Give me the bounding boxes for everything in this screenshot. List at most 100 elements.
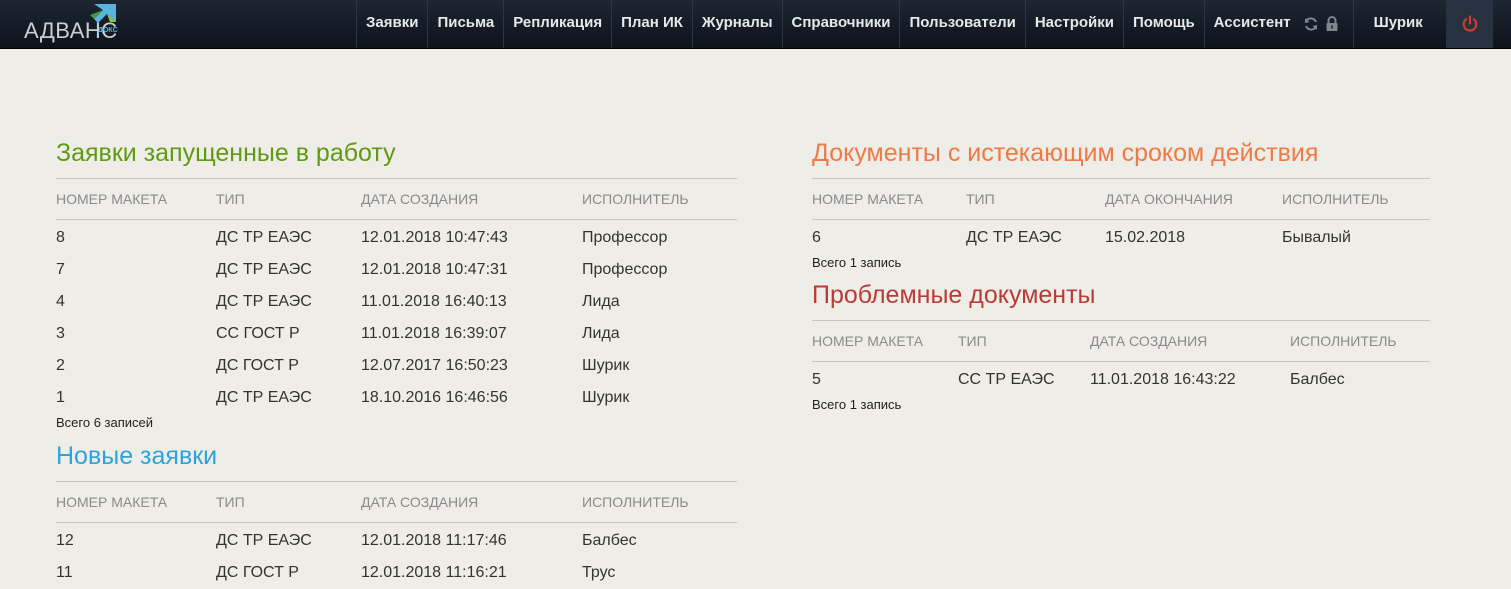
- cell-number: 11: [56, 564, 73, 581]
- lock-icon[interactable]: [1325, 16, 1339, 32]
- cell-date: 12.07.2017 16:50:23: [361, 357, 508, 374]
- col-header-created[interactable]: Дата создания: [361, 481, 582, 523]
- col-header-number[interactable]: Номер макета: [56, 178, 216, 220]
- cell-type: ДС ТР ЕАЭС: [966, 229, 1062, 246]
- col-header-type[interactable]: Тип: [958, 320, 1090, 362]
- problem-docs-total: Всего 1 запись: [812, 397, 902, 412]
- nav-item-plan-ik[interactable]: План ИК: [611, 0, 692, 48]
- nav-item-assistant[interactable]: Ассистент: [1203, 0, 1295, 48]
- cell-executor: Балбес: [582, 532, 637, 549]
- col-header-end-date[interactable]: Дата окончания: [1105, 178, 1282, 220]
- app-logo[interactable]: АДВАНС ДОКС: [22, 4, 132, 44]
- table-row[interactable]: 5 СС ТР ЕАЭС 11.01.2018 16:43:22 Балбес: [812, 362, 1430, 397]
- cell-type: ДС ТР ЕАЭС: [216, 261, 312, 278]
- cell-date: 11.01.2018 16:43:22: [1090, 371, 1236, 388]
- cell-date: 18.10.2016 16:46:56: [361, 389, 508, 406]
- cell-executor: Лида: [582, 293, 620, 310]
- nav-tools: [1295, 0, 1353, 48]
- table-header: Номер макета Тип Дата создания Исполните…: [812, 320, 1430, 362]
- table-row[interactable]: 11 ДС ГОСТ Р 12.01.2018 11:16:21 Трус: [56, 557, 737, 589]
- nav-item-letters[interactable]: Письма: [427, 0, 503, 48]
- in-work-title: Заявки запущенные в работу: [56, 139, 396, 167]
- expiring-docs-panel: Документы с истекающим сроком действия Н…: [812, 138, 1430, 271]
- new-requests-panel: Новые заявки Номер макета Тип Дата созда…: [56, 441, 737, 589]
- in-work-table: Номер макета Тип Дата создания Исполните…: [56, 178, 737, 414]
- cell-number: 5: [812, 371, 821, 388]
- table-row[interactable]: 4 ДС ТР ЕАЭС 11.01.2018 16:40:13 Лида: [56, 286, 737, 318]
- table-header: Номер макета Тип Дата окончания Исполнит…: [812, 178, 1430, 220]
- col-header-executor[interactable]: Исполнитель: [582, 178, 737, 220]
- cell-date: 11.01.2018 16:39:07: [361, 325, 507, 342]
- col-header-type[interactable]: Тип: [216, 178, 361, 220]
- nav-item-replication[interactable]: Репликация: [503, 0, 611, 48]
- refresh-icon[interactable]: [1303, 16, 1319, 32]
- table-row[interactable]: 8 ДС ТР ЕАЭС 12.01.2018 10:47:43 Професс…: [56, 220, 737, 255]
- col-header-number[interactable]: Номер макета: [812, 320, 958, 362]
- table-row[interactable]: 3 СС ГОСТ Р 11.01.2018 16:39:07 Лида: [56, 318, 737, 350]
- table-row[interactable]: 12 ДС ТР ЕАЭС 12.01.2018 11:17:46 Балбес: [56, 523, 737, 558]
- col-header-created[interactable]: Дата создания: [361, 178, 582, 220]
- problem-docs-title: Проблемные документы: [812, 281, 1096, 309]
- new-requests-table: Номер макета Тип Дата создания Исполните…: [56, 481, 737, 589]
- cell-executor: Профессор: [582, 229, 668, 246]
- col-header-executor[interactable]: Исполнитель: [582, 481, 737, 523]
- cell-type: СС ГОСТ Р: [216, 325, 300, 342]
- table-header: Номер макета Тип Дата создания Исполните…: [56, 481, 737, 523]
- in-work-total: Всего 6 записей: [56, 415, 154, 430]
- cell-executor: Профессор: [582, 261, 668, 278]
- col-header-executor[interactable]: Исполнитель: [1282, 178, 1430, 220]
- top-navbar: АДВАНС ДОКС Заявки Письма Репликация Пла…: [0, 0, 1511, 49]
- new-requests-title: Новые заявки: [56, 442, 218, 470]
- table-row[interactable]: 7 ДС ТР ЕАЭС 12.01.2018 10:47:31 Професс…: [56, 254, 737, 286]
- brand-subtitle: ДОКС: [98, 27, 118, 34]
- expiring-docs-total: Всего 1 запись: [812, 255, 902, 270]
- cell-number: 3: [56, 325, 65, 342]
- cell-type: ДС ТР ЕАЭС: [216, 532, 312, 549]
- nav-item-requests[interactable]: Заявки: [356, 0, 427, 48]
- expiring-docs-title: Документы с истекающим сроком действия: [812, 139, 1319, 167]
- nav-item-journals[interactable]: Журналы: [691, 0, 782, 48]
- nav-item-users[interactable]: Пользователи: [899, 0, 1024, 48]
- cell-executor: Шурик: [582, 357, 630, 374]
- cell-date: 15.02.2018: [1105, 229, 1186, 246]
- table-row[interactable]: 1 ДС ТР ЕАЭС 18.10.2016 16:46:56 Шурик: [56, 382, 737, 414]
- cell-number: 12: [56, 532, 74, 549]
- cell-date: 12.01.2018 11:17:46: [361, 532, 507, 549]
- cell-executor: Трус: [582, 564, 616, 581]
- expiring-docs-table: Номер макета Тип Дата окончания Исполнит…: [812, 178, 1430, 254]
- col-header-type[interactable]: Тип: [966, 178, 1105, 220]
- table-row[interactable]: 2 ДС ГОСТ Р 12.07.2017 16:50:23 Шурик: [56, 350, 737, 382]
- power-icon: [1462, 15, 1477, 32]
- cell-type: ДС ТР ЕАЭС: [216, 389, 312, 406]
- problem-docs-panel: Проблемные документы Номер макета Тип Да…: [812, 280, 1430, 413]
- table-row[interactable]: 6 ДС ТР ЕАЭС 15.02.2018 Бывалый: [812, 220, 1430, 255]
- cell-executor: Лида: [582, 325, 620, 342]
- col-header-type[interactable]: Тип: [216, 481, 361, 523]
- cell-date: 12.01.2018 10:47:43: [361, 229, 508, 246]
- cell-number: 4: [56, 293, 65, 310]
- nav-item-settings[interactable]: Настройки: [1024, 0, 1123, 48]
- cell-type: СС ТР ЕАЭС: [958, 371, 1055, 388]
- col-header-created[interactable]: Дата создания: [1090, 320, 1290, 362]
- cell-number: 7: [56, 261, 65, 278]
- table-header: Номер макета Тип Дата создания Исполните…: [56, 178, 737, 220]
- cell-number: 2: [56, 357, 65, 374]
- logout-button[interactable]: [1446, 0, 1493, 48]
- main-menu: Заявки Письма Репликация План ИК Журналы…: [356, 0, 1443, 48]
- cell-type: ДС ТР ЕАЭС: [216, 229, 312, 246]
- current-user-menu[interactable]: Шурик: [1352, 0, 1443, 48]
- cell-number: 6: [812, 229, 821, 246]
- nav-item-help[interactable]: Помощь: [1122, 0, 1204, 48]
- nav-item-references[interactable]: Справочники: [781, 0, 900, 48]
- cell-type: ДС ТР ЕАЭС: [216, 293, 312, 310]
- cell-executor: Шурик: [582, 389, 630, 406]
- col-header-number[interactable]: Номер макета: [812, 178, 966, 220]
- cell-date: 11.01.2018 16:40:13: [361, 293, 507, 310]
- cell-date: 12.01.2018 11:16:21: [361, 564, 507, 581]
- cell-number: 1: [56, 389, 65, 406]
- col-header-executor[interactable]: Исполнитель: [1290, 320, 1430, 362]
- cell-executor: Балбес: [1290, 371, 1345, 388]
- cell-type: ДС ГОСТ Р: [216, 357, 299, 374]
- problem-docs-table: Номер макета Тип Дата создания Исполните…: [812, 320, 1430, 396]
- col-header-number[interactable]: Номер макета: [56, 481, 216, 523]
